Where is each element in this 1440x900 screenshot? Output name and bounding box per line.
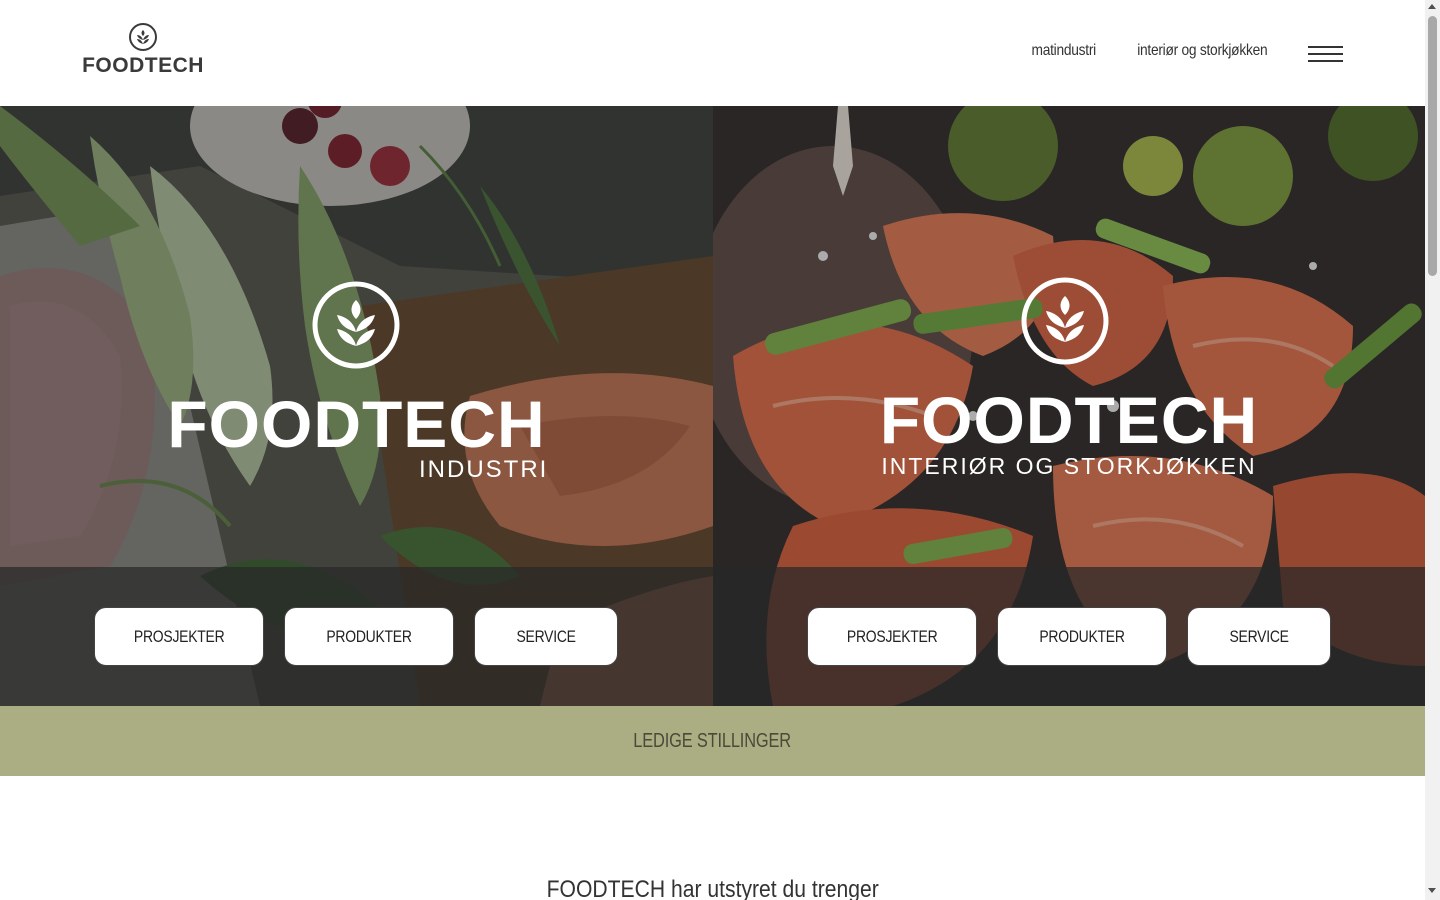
hamburger-menu-icon[interactable] [1308,46,1343,64]
wheat-emblem-icon [312,281,400,369]
ledige-stillinger-bar[interactable]: LEDIGE STILLINGER [0,706,1425,776]
industri-brand: FOODTECH INDUSTRI [0,106,713,567]
industri-brand-sub: INDUSTRI [419,456,549,483]
industri-service-button[interactable]: SERVICE [474,607,618,666]
logo-wordmark: FOODTECH [82,54,204,77]
nav-link-interior-storkjokken[interactable]: interiør og storkjøkken [1137,42,1267,60]
wheat-emblem-icon [1021,277,1109,365]
interior-prosjekter-button[interactable]: PROSJEKTER [807,607,977,666]
industri-produkter-button[interactable]: PRODUKTER [284,607,454,666]
interior-brand-sub: INTERIØR OG STORKJØKKEN [881,453,1257,479]
nav-link-matindustri[interactable]: matindustri [1031,42,1096,60]
site-header: FOODTECH matindustri interiør og storkjø… [0,0,1425,106]
interior-brand-name: FOODTECH [879,383,1259,457]
interior-produkter-button[interactable]: PRODUKTER [997,607,1167,666]
industri-prosjekter-button[interactable]: PROSJEKTER [94,607,264,666]
interior-service-button[interactable]: SERVICE [1187,607,1331,666]
interior-button-bar: PROSJEKTER PRODUKTER SERVICE [713,567,1425,706]
main-nav: matindustri interiør og storkjøkken [1021,42,1267,60]
scroll-down-arrow-icon[interactable] [1428,888,1436,893]
industri-button-bar: PROSJEKTER PRODUKTER SERVICE [0,567,713,706]
intro-section: FOODTECH har utstyret du trenger [0,876,1425,900]
ledige-stillinger-label: LEDIGE STILLINGER [633,729,792,752]
interior-panel[interactable]: FOODTECH INTERIØR OG STORKJØKKEN PROSJEK… [713,106,1425,706]
interior-brand: FOODTECH INTERIØR OG STORKJØKKEN [713,106,1425,567]
industri-panel[interactable]: FOODTECH INDUSTRI PROSJEKTER PRODUKTER S… [0,106,713,706]
page-scrollbar[interactable] [1425,0,1440,900]
industri-brand-name: FOODTECH [167,387,546,461]
intro-heading: FOODTECH har utstyret du trenger [546,876,879,900]
wheat-logo-icon [129,23,157,51]
scrollbar-thumb[interactable] [1428,16,1437,276]
scroll-up-arrow-icon[interactable] [1428,4,1436,9]
site-logo[interactable]: FOODTECH [82,22,204,80]
